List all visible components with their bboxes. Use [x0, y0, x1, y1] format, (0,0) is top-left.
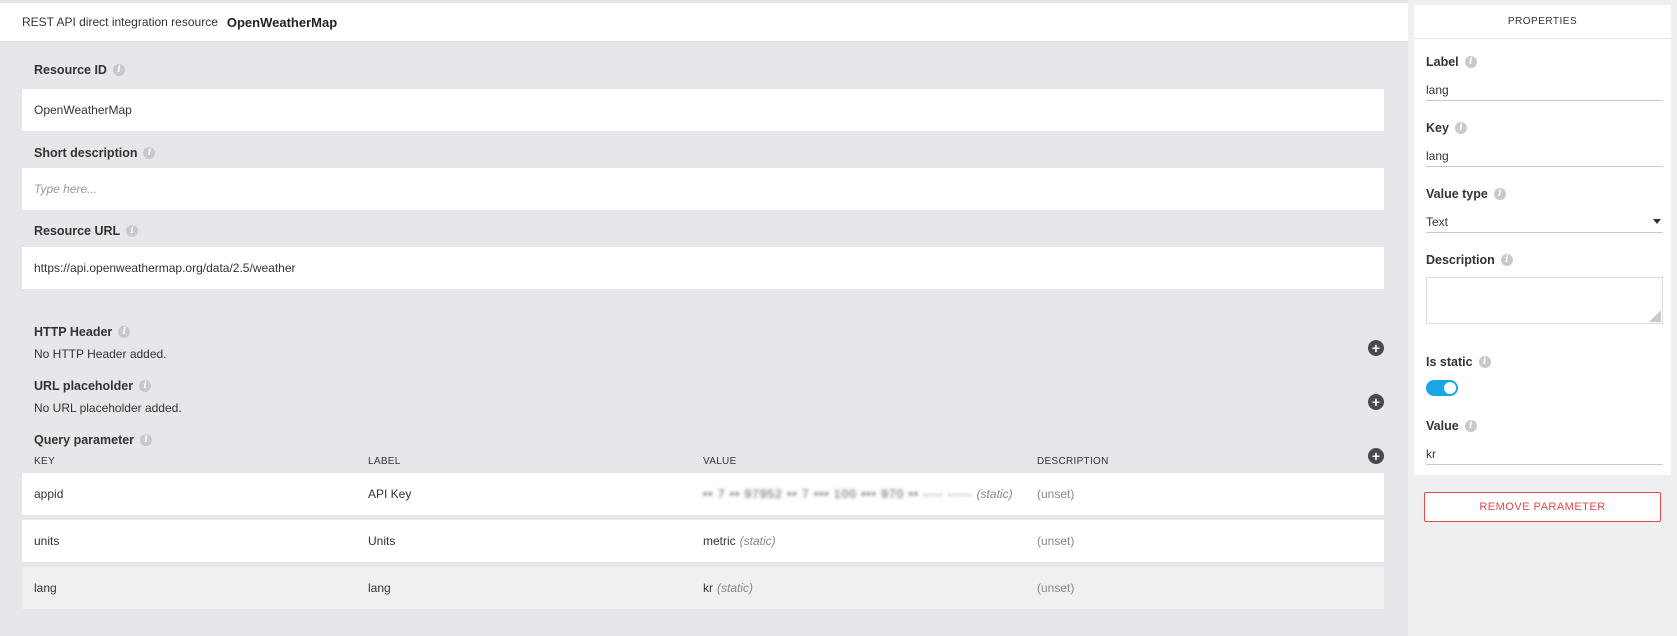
info-icon[interactable]: i [112, 64, 125, 76]
property-key-input[interactable]: lang [1426, 145, 1663, 167]
table-row[interactable]: units Units metric (static) (unset) [22, 520, 1384, 562]
property-key-label: Key i [1426, 121, 1467, 135]
property-value-type-label-text: Value type [1426, 187, 1488, 201]
row-value-masked: •• 7 •• 97952 •• 7 ••• 100 ••• 970 •• --… [703, 487, 973, 501]
short-description-label: Short description i [34, 146, 156, 160]
property-value-type-label: Value type i [1426, 187, 1506, 201]
property-description-label: Description i [1426, 253, 1513, 267]
properties-card: PROPERTIES Label i lang Key i lang Value… [1414, 5, 1671, 475]
column-header-label: LABEL [368, 456, 401, 467]
static-tag: (static) [976, 487, 1013, 501]
property-description-label-text: Description [1426, 253, 1495, 267]
info-icon[interactable]: i [143, 147, 156, 159]
info-icon[interactable]: i [1464, 56, 1477, 68]
page-title: OpenWeatherMap [226, 14, 338, 30]
value-type-selected: Text [1426, 214, 1449, 229]
resource-id-label-text: Resource ID [34, 63, 107, 77]
info-icon[interactable]: i [140, 434, 153, 446]
row-description: (unset) [1037, 487, 1075, 501]
add-http-header-button[interactable]: + [1368, 340, 1384, 356]
http-header-title-text: HTTP Header [34, 325, 113, 339]
row-value-text: kr [703, 581, 713, 595]
add-query-parameter-button[interactable]: + [1368, 448, 1384, 464]
page-subtitle: REST API direct integration resource [22, 15, 218, 29]
url-placeholder-empty: No URL placeholder added. [34, 401, 182, 415]
description-textarea[interactable] [1426, 277, 1663, 324]
property-label-label-text: Label [1426, 55, 1459, 69]
info-icon[interactable]: i [1500, 254, 1513, 266]
row-label: lang [368, 581, 391, 595]
row-description: (unset) [1037, 581, 1075, 595]
resize-handle-icon[interactable] [1649, 310, 1661, 322]
info-icon[interactable]: i [118, 326, 131, 338]
property-value-label: Value i [1426, 419, 1477, 433]
resource-id-input[interactable]: OpenWeatherMap [22, 89, 1384, 131]
value-type-select[interactable]: Text [1426, 211, 1663, 233]
url-placeholder-title: URL placeholder i [34, 379, 152, 393]
table-row[interactable]: appid API Key •• 7 •• 97952 •• 7 ••• 100… [22, 473, 1384, 515]
resource-url-input[interactable]: https://api.openweathermap.org/data/2.5/… [22, 247, 1384, 289]
property-key-label-text: Key [1426, 121, 1449, 135]
info-icon[interactable]: i [1464, 420, 1477, 432]
chevron-down-icon [1653, 219, 1661, 224]
url-placeholder-title-text: URL placeholder [34, 379, 134, 393]
property-is-static-label: Is static i [1426, 355, 1491, 369]
toggle-knob [1444, 382, 1456, 394]
property-is-static-label-text: Is static [1426, 355, 1473, 369]
row-key: units [34, 534, 60, 548]
row-label: Units [368, 534, 396, 548]
add-url-placeholder-button[interactable]: + [1368, 394, 1384, 410]
static-tag: (static) [739, 534, 776, 548]
row-value: •• 7 •• 97952 •• 7 ••• 100 ••• 970 •• --… [703, 473, 1013, 515]
column-header-key: KEY [34, 456, 55, 467]
resource-url-label-text: Resource URL [34, 224, 121, 238]
property-value-input[interactable]: kr [1426, 443, 1663, 465]
page-header: REST API direct integration resource Ope… [0, 3, 1408, 42]
property-label-input[interactable]: lang [1426, 79, 1663, 101]
row-label: API Key [368, 487, 412, 501]
info-icon[interactable]: i [126, 225, 139, 237]
properties-title: PROPERTIES [1414, 5, 1671, 39]
resource-url-label: Resource URL i [34, 224, 139, 238]
short-description-input[interactable]: Type here... [22, 168, 1384, 210]
property-value-label-text: Value [1426, 419, 1459, 433]
resource-id-label: Resource ID i [34, 63, 125, 77]
column-header-description: DESCRIPTION [1037, 456, 1109, 467]
remove-parameter-button[interactable]: REMOVE PARAMETER [1424, 492, 1661, 522]
query-parameter-title-text: Query parameter [34, 433, 135, 447]
row-key: appid [34, 487, 64, 501]
row-key: lang [34, 581, 57, 595]
info-icon[interactable]: i [1454, 122, 1467, 134]
property-label-label: Label i [1426, 55, 1477, 69]
info-icon[interactable]: i [1493, 188, 1506, 200]
http-header-title: HTTP Header i [34, 325, 131, 339]
info-icon[interactable]: i [1478, 356, 1491, 368]
static-tag: (static) [717, 581, 753, 595]
table-row-selected[interactable]: lang lang kr (static) (unset) [22, 567, 1384, 609]
row-value: kr (static) [703, 567, 753, 609]
row-description: (unset) [1037, 534, 1075, 548]
http-header-empty: No HTTP Header added. [34, 347, 167, 361]
query-parameter-title: Query parameter i [34, 433, 153, 447]
properties-panel: PROPERTIES Label i lang Key i lang Value… [1408, 0, 1677, 636]
column-header-value: VALUE [703, 456, 737, 467]
short-description-label-text: Short description [34, 146, 138, 160]
is-static-toggle[interactable] [1426, 380, 1458, 396]
row-value-text: metric [703, 534, 736, 548]
info-icon[interactable]: i [139, 380, 152, 392]
row-value: metric (static) [703, 520, 776, 562]
